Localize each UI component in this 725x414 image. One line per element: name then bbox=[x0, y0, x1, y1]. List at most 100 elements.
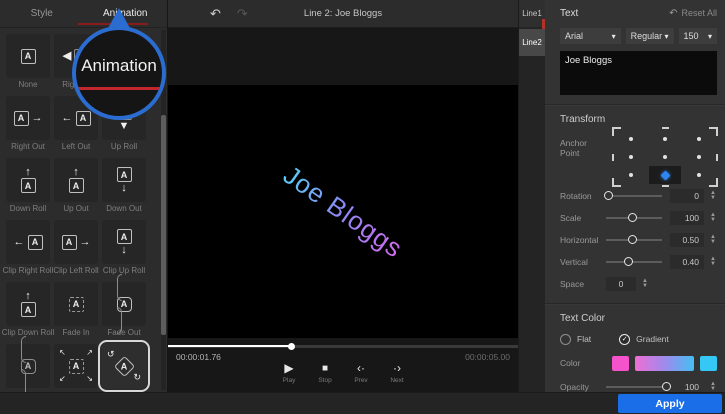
a-glyph: A bbox=[69, 178, 84, 193]
anchor-top-center[interactable] bbox=[649, 130, 681, 148]
animation-tile-down-roll[interactable]: ↑A bbox=[6, 158, 50, 202]
rotation-slider[interactable] bbox=[606, 195, 662, 197]
animation-tile-tile-16[interactable]: A bbox=[6, 344, 50, 388]
timeline-progress[interactable] bbox=[168, 345, 518, 348]
next-button[interactable]: ·›Next bbox=[386, 362, 408, 384]
opacity-stepper[interactable]: ▲▼ bbox=[709, 382, 717, 392]
scale-thumb[interactable] bbox=[628, 213, 637, 222]
animation-tile-tile-17[interactable]: A↖↗↙↘ bbox=[54, 344, 98, 388]
animation-tile-label: Fade Out bbox=[96, 328, 152, 337]
animation-tile-clip-up-roll[interactable]: A↓ bbox=[102, 220, 146, 264]
tab-line2[interactable]: Line2 bbox=[519, 29, 545, 56]
arrow-left-a-icon: ←A bbox=[14, 235, 43, 250]
a-arrow-right-icon: A→ bbox=[62, 235, 91, 250]
animation-cell: AFade In bbox=[54, 282, 98, 344]
space-stepper[interactable]: ▲▼ bbox=[641, 279, 649, 289]
a-arrow-right-icon: A→ bbox=[14, 111, 43, 126]
redo-icon[interactable]: ↷ bbox=[237, 6, 248, 22]
scale-slider[interactable] bbox=[606, 217, 662, 219]
font-style-select[interactable]: Regular ▾ bbox=[626, 28, 674, 44]
scale-value[interactable]: 100 bbox=[670, 211, 704, 225]
text-input[interactable]: Joe Bloggs bbox=[560, 51, 717, 95]
anchor-dot bbox=[663, 155, 667, 159]
animation-tile-fade-in[interactable]: A bbox=[54, 282, 98, 326]
animation-tile-label: Up Roll bbox=[96, 142, 152, 151]
arrow-glyph: ↓ bbox=[121, 245, 127, 255]
transport-label: Prev bbox=[354, 377, 367, 384]
rotation-thumb[interactable] bbox=[604, 191, 613, 200]
a-glyph: A bbox=[117, 167, 132, 182]
animation-tile-tile-18[interactable]: A↺↻ bbox=[102, 344, 146, 388]
undo-icon[interactable]: ↶ bbox=[210, 6, 221, 22]
bottom-bar: Apply bbox=[0, 392, 725, 414]
animation-cell: A→Clip Left Roll bbox=[54, 220, 98, 282]
anchor-bottom-center[interactable] bbox=[649, 166, 681, 184]
playhead[interactable] bbox=[288, 343, 295, 350]
animation-tile-fade-out[interactable]: A bbox=[102, 282, 146, 326]
anchor-tick bbox=[612, 154, 614, 161]
gradient-bar[interactable] bbox=[635, 356, 694, 371]
anchor-middle-center[interactable] bbox=[649, 148, 681, 166]
anchor-middle-left[interactable] bbox=[615, 148, 647, 166]
font-size-select[interactable]: 150 ▾ bbox=[679, 28, 717, 44]
vertical-thumb[interactable] bbox=[624, 257, 633, 266]
animation-cell: AFade Out bbox=[102, 282, 146, 344]
prev-button[interactable]: ‹·Prev bbox=[350, 362, 372, 384]
horizontal-label: Horizontal bbox=[560, 235, 606, 245]
horizontal-stepper[interactable]: ▲▼ bbox=[709, 235, 717, 245]
animation-tile-up-out[interactable]: ↑A bbox=[54, 158, 98, 202]
play-button[interactable]: ▶Play bbox=[278, 362, 300, 384]
animation-tile-down-out[interactable]: A↓ bbox=[102, 158, 146, 202]
magnifier-underline bbox=[72, 87, 166, 90]
opacity-slider[interactable] bbox=[606, 386, 670, 388]
text-color-header: Text Color bbox=[560, 312, 717, 325]
horizontal-value[interactable]: 0.50 bbox=[670, 233, 704, 247]
reset-all-button[interactable]: ↶ Reset All bbox=[669, 8, 717, 19]
scrollbar-thumb[interactable] bbox=[161, 115, 166, 335]
rotation-stepper[interactable]: ▲▼ bbox=[709, 191, 717, 201]
horizontal-slider[interactable] bbox=[606, 239, 662, 241]
canvas-text-object[interactable]: Joe Bloggs bbox=[277, 159, 408, 264]
rotation-value[interactable]: 0 bbox=[670, 189, 704, 203]
animation-tile-clip-left-roll[interactable]: A→ bbox=[54, 220, 98, 264]
vertical-value[interactable]: 0.40 bbox=[670, 255, 704, 269]
arrow-left-a-icon: ←A bbox=[62, 111, 91, 126]
arrow-glyph: ↑ bbox=[25, 167, 31, 177]
anchor-dot bbox=[697, 155, 701, 159]
vertical-label: Vertical bbox=[560, 257, 606, 267]
animation-cell: A↺↻ bbox=[102, 344, 146, 392]
vertical-slider[interactable] bbox=[606, 261, 662, 263]
vertical-stepper[interactable]: ▲▼ bbox=[709, 257, 717, 267]
animation-tile-clip-right-roll[interactable]: ←A bbox=[6, 220, 50, 264]
tab-style[interactable]: Style bbox=[0, 0, 84, 27]
scale-label: Scale bbox=[560, 213, 606, 223]
animation-cell: ↑AClip Down Roll bbox=[6, 282, 50, 344]
horizontal-thumb[interactable] bbox=[628, 235, 637, 244]
font-family-select[interactable]: Arial ▾ bbox=[560, 28, 621, 44]
arrow-glyph: ↑ bbox=[73, 167, 79, 177]
apply-button[interactable]: Apply bbox=[618, 394, 722, 413]
a-glyph: A bbox=[113, 355, 134, 376]
anchor-middle-right[interactable] bbox=[683, 148, 715, 166]
animation-tile-none[interactable]: A bbox=[6, 34, 50, 78]
color-label: Color bbox=[560, 358, 606, 368]
scale-stepper[interactable]: ▲▼ bbox=[709, 213, 717, 223]
gradient-start-swatch[interactable] bbox=[612, 356, 629, 371]
space-value[interactable]: 0 bbox=[606, 277, 636, 291]
arrow-glyph: ← bbox=[62, 113, 73, 123]
animation-tile-right-out[interactable]: A→ bbox=[6, 96, 50, 140]
anchor-bracket bbox=[612, 127, 621, 136]
opacity-thumb[interactable] bbox=[662, 382, 671, 391]
gradient-end-swatch[interactable] bbox=[700, 356, 717, 371]
a-glyph: A bbox=[117, 229, 132, 244]
anchor-dot bbox=[629, 137, 633, 141]
animation-tile-clip-down-roll[interactable]: ↑A bbox=[6, 282, 50, 326]
anchor-dot bbox=[697, 173, 701, 177]
radio-checked-icon: ✓ bbox=[619, 334, 630, 345]
flat-radio[interactable]: Flat bbox=[560, 334, 591, 345]
a-rounded-icon: A bbox=[117, 279, 132, 330]
a-glyph: A bbox=[21, 49, 36, 64]
gradient-radio[interactable]: ✓ Gradient bbox=[619, 334, 669, 345]
stop-button[interactable]: ■Stop bbox=[314, 362, 336, 384]
a-rotate-icon: A↺↻ bbox=[107, 349, 141, 383]
